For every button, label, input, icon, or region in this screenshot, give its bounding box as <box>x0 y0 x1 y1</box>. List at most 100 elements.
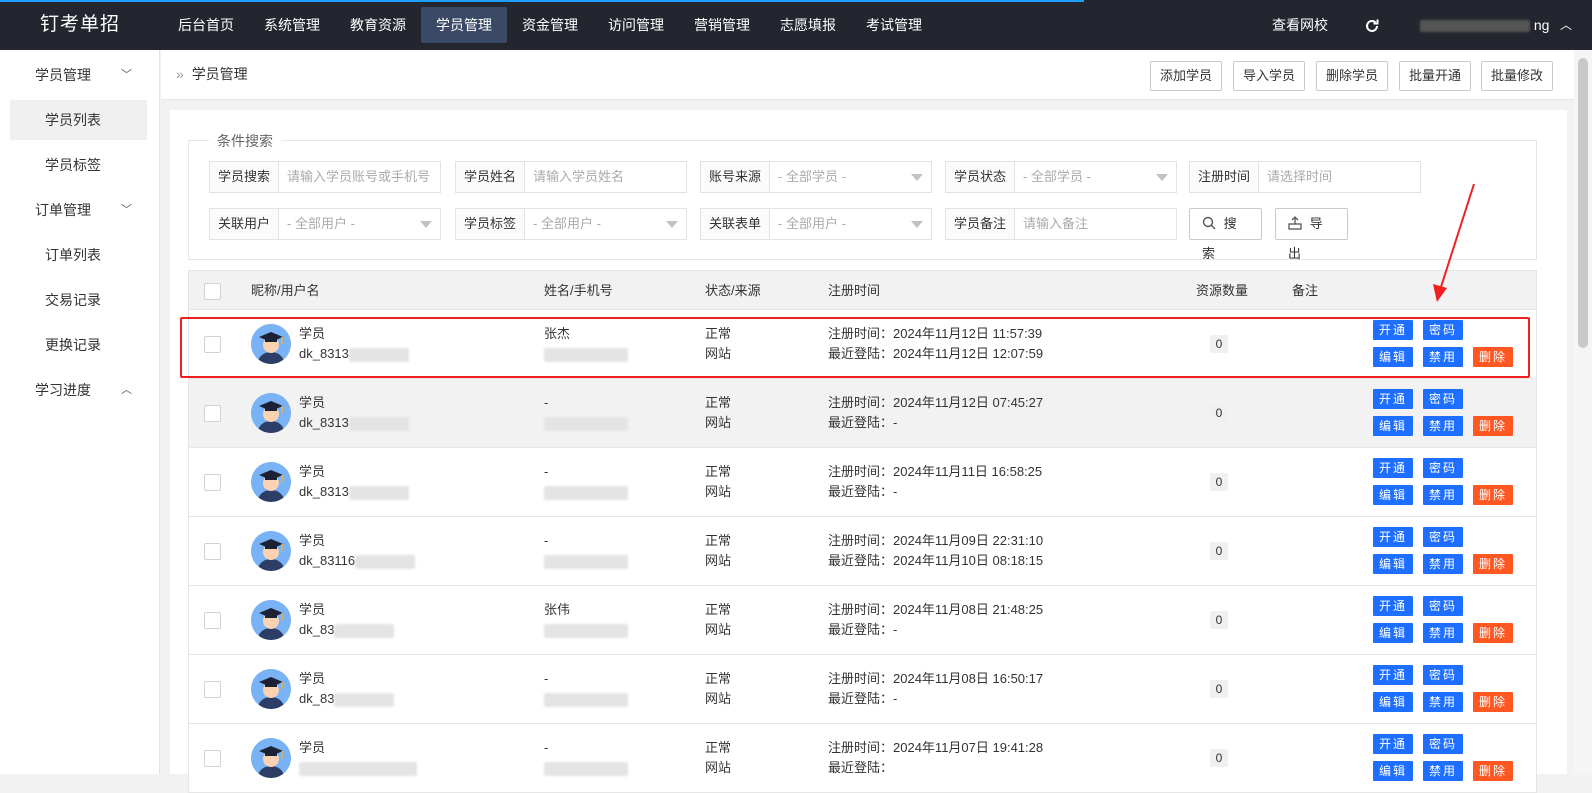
form-select[interactable]: - 全部用户 - <box>770 209 931 239</box>
delete-button[interactable]: 删除 <box>1473 554 1514 574</box>
source-select[interactable]: - 全部学员 - <box>770 162 931 192</box>
delete-button[interactable]: 删除 <box>1473 761 1514 781</box>
row-checkbox[interactable] <box>204 543 221 560</box>
sidebar-item-order-list[interactable]: 订单列表 <box>0 233 159 278</box>
view-site-link[interactable]: 查看网校 <box>1272 0 1328 50</box>
resource-count: 0 <box>1210 749 1228 767</box>
password-button[interactable]: 密码 <box>1423 389 1464 409</box>
table-row[interactable]: 学员 dk_8313 张杰 正常 网站 注册时间：2024年11月12日 11:57:39… <box>188 310 1537 379</box>
table-row[interactable]: 学员 - 正常 网站 注册时间：2024年11月07日 19:41:28 最近登陆： 0 开通… <box>188 724 1537 793</box>
delete-button[interactable]: 删除 <box>1473 416 1514 436</box>
redacted-blur <box>544 623 628 638</box>
table-row[interactable]: 学员 dk_83- 正常 网站 注册时间：2024年11月08日 16:50:17 最近登… <box>188 655 1537 724</box>
nav-finance[interactable]: 资金管理 <box>507 0 593 50</box>
app-logo[interactable]: 钉考单招 <box>0 0 160 50</box>
open-button[interactable]: 开通 <box>1373 320 1414 340</box>
open-button[interactable]: 开通 <box>1373 389 1414 409</box>
scrollbar-thumb[interactable] <box>1578 58 1588 348</box>
password-button[interactable]: 密码 <box>1423 734 1464 754</box>
name-input[interactable]: 请输入学员姓名 <box>525 162 686 192</box>
edit-button[interactable]: 编辑 <box>1373 485 1414 505</box>
password-button[interactable]: 密码 <box>1423 458 1464 478</box>
breadcrumb-current[interactable]: 学员管理 <box>192 66 248 82</box>
student-source: 网站 <box>705 553 732 568</box>
row-checkbox[interactable] <box>204 750 221 767</box>
nav-home[interactable]: 后台首页 <box>163 0 249 50</box>
disable-button[interactable]: 禁用 <box>1423 347 1464 367</box>
sidebar-item-student-tags[interactable]: 学员标签 <box>0 143 159 188</box>
disable-button[interactable]: 禁用 <box>1423 485 1464 505</box>
user-name-suffix: ng <box>1533 17 1550 33</box>
row-checkbox[interactable] <box>204 612 221 629</box>
open-button[interactable]: 开通 <box>1373 527 1414 547</box>
redacted-blur <box>544 416 628 431</box>
nav-system[interactable]: 系统管理 <box>249 0 335 50</box>
row-checkbox[interactable] <box>204 681 221 698</box>
caret-down-icon <box>911 174 923 181</box>
user-select[interactable]: - 全部用户 - <box>279 209 440 239</box>
search-button[interactable]: 搜 索 <box>1189 208 1262 261</box>
keyword-input[interactable]: 请输入学员账号或手机号 <box>279 162 440 192</box>
row-checkbox[interactable] <box>204 405 221 422</box>
open-button[interactable]: 开通 <box>1373 665 1414 685</box>
sidebar-item-transactions[interactable]: 交易记录 <box>0 278 159 323</box>
password-button[interactable]: 密码 <box>1423 596 1464 616</box>
password-button[interactable]: 密码 <box>1423 665 1464 685</box>
nav-volunteer[interactable]: 志愿填报 <box>765 0 851 50</box>
table-row[interactable]: 学员 dk_83 张伟 正常 网站 注册时间：2024年11月08日 21:48:25 最近… <box>188 586 1537 655</box>
edit-button[interactable]: 编辑 <box>1373 623 1414 643</box>
login-prefix: 最近登陆： <box>828 553 894 568</box>
sidebar-group-progress[interactable]: 学习进度 ︿ <box>0 368 159 413</box>
open-button[interactable]: 开通 <box>1373 458 1414 478</box>
nav-marketing[interactable]: 营销管理 <box>679 0 765 50</box>
sidebar-group-orders[interactable]: 订单管理 ﹀ <box>0 188 159 233</box>
remark-input[interactable]: 请输入备注 <box>1015 209 1176 239</box>
select-all-checkbox[interactable] <box>204 283 221 300</box>
delete-students-button[interactable]: 删除学员 <box>1316 61 1389 91</box>
disable-button[interactable]: 禁用 <box>1423 623 1464 643</box>
nav-education[interactable]: 教育资源 <box>335 0 421 50</box>
nav-exam[interactable]: 考试管理 <box>851 0 937 50</box>
row-checkbox[interactable] <box>204 336 221 353</box>
user-menu[interactable]: ng <box>1420 0 1549 50</box>
delete-button[interactable]: 删除 <box>1473 485 1514 505</box>
row-checkbox[interactable] <box>204 474 221 491</box>
refresh-icon[interactable] <box>1364 0 1384 50</box>
add-student-button[interactable]: 添加学员 <box>1150 61 1223 91</box>
student-source: 网站 <box>705 484 732 499</box>
edit-button[interactable]: 编辑 <box>1373 554 1414 574</box>
password-button[interactable]: 密码 <box>1423 527 1464 547</box>
batch-edit-button[interactable]: 批量修改 <box>1481 61 1554 91</box>
disable-button[interactable]: 禁用 <box>1423 761 1464 781</box>
sidebar-item-student-list[interactable]: 学员列表 <box>10 100 147 140</box>
disable-button[interactable]: 禁用 <box>1423 692 1464 712</box>
delete-button[interactable]: 删除 <box>1473 623 1514 643</box>
delete-button[interactable]: 删除 <box>1473 692 1514 712</box>
open-button[interactable]: 开通 <box>1373 734 1414 754</box>
edit-button[interactable]: 编辑 <box>1373 761 1414 781</box>
table-row[interactable]: 学员 dk_8313- 正常 网站 注册时间：2024年11月11日 16:58:25 最… <box>188 448 1537 517</box>
table-row[interactable]: 学员 dk_83116 - 正常 网站 注册时间：2024年11月09日 22:31:10… <box>188 517 1537 586</box>
chevron-up-icon[interactable]: ︿ <box>1560 0 1572 50</box>
regtime-input[interactable]: 请选择时间 <box>1259 162 1420 192</box>
disable-button[interactable]: 禁用 <box>1423 416 1464 436</box>
nav-access[interactable]: 访问管理 <box>593 0 679 50</box>
export-button[interactable]: 导 出 <box>1275 208 1348 261</box>
table-row[interactable]: 学员 dk_8313- 正常 网站 注册时间：2024年11月12日 07:45:27 最… <box>188 379 1537 448</box>
sidebar-item-changes[interactable]: 更换记录 <box>0 323 159 368</box>
disable-button[interactable]: 禁用 <box>1423 554 1464 574</box>
reg-value: 2024年11月09日 22:31:10 <box>893 533 1044 548</box>
password-button[interactable]: 密码 <box>1423 320 1464 340</box>
edit-button[interactable]: 编辑 <box>1373 692 1414 712</box>
edit-button[interactable]: 编辑 <box>1373 416 1414 436</box>
delete-button[interactable]: 删除 <box>1473 347 1514 367</box>
tag-select[interactable]: - 全部用户 - <box>525 209 686 239</box>
import-students-button[interactable]: 导入学员 <box>1233 61 1306 91</box>
nav-students[interactable]: 学员管理 <box>421 7 507 43</box>
sidebar-group-students[interactable]: 学员管理 ﹀ <box>0 53 159 98</box>
edit-button[interactable]: 编辑 <box>1373 347 1414 367</box>
status-select[interactable]: - 全部学员 - <box>1015 162 1176 192</box>
open-button[interactable]: 开通 <box>1373 596 1414 616</box>
batch-open-button[interactable]: 批量开通 <box>1399 61 1472 91</box>
select-value: - 全部用户 - <box>533 216 601 231</box>
